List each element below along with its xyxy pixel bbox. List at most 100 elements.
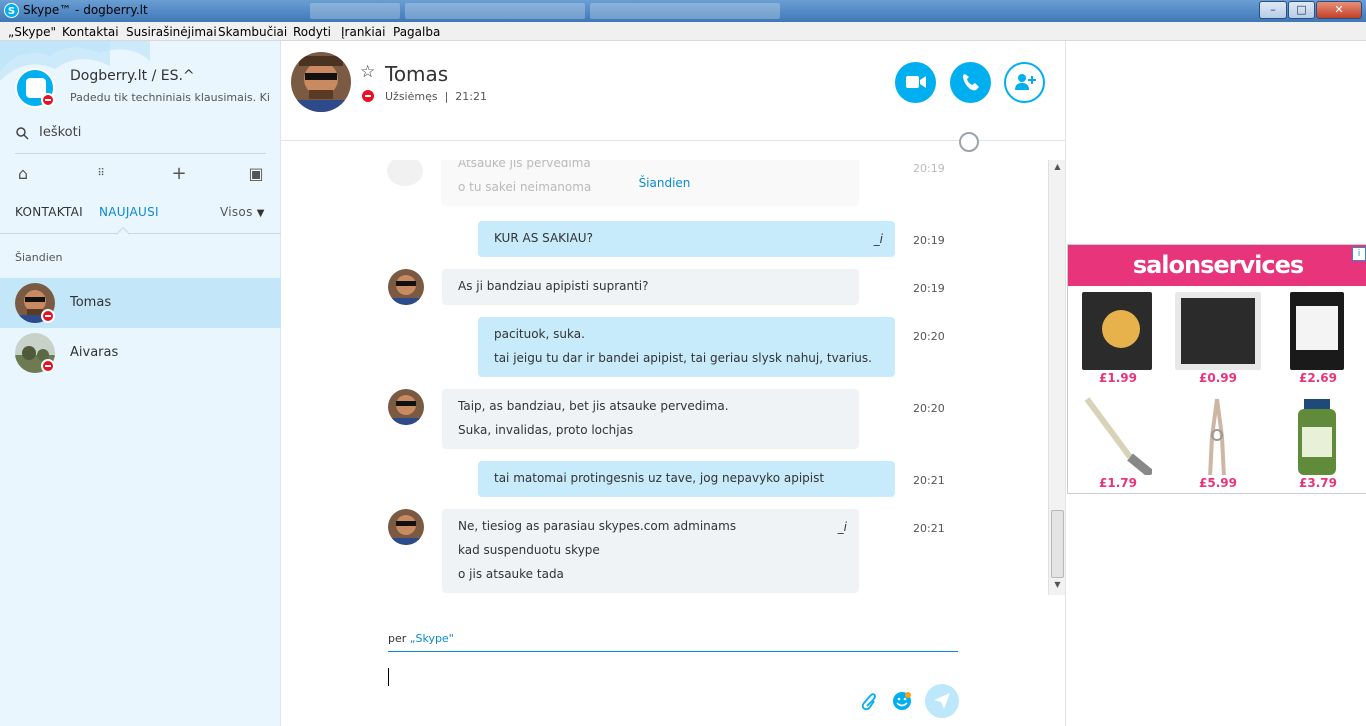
faded-message-line: Atsauke jis pervedima xyxy=(458,160,591,170)
menu-item-help[interactable]: Pagalba xyxy=(393,25,440,39)
home-icon[interactable]: ⌂ xyxy=(13,164,33,184)
audio-call-button[interactable] xyxy=(950,62,991,103)
ad-product[interactable]: £1.99 xyxy=(1068,288,1168,388)
close-button[interactable]: ✕ xyxy=(1316,1,1362,19)
menu-item-contacts[interactable]: Kontaktai xyxy=(62,25,119,39)
incoming-message[interactable]: As ji bandziau apipisti supranti? xyxy=(442,269,859,305)
message-history[interactable]: Atsauke jis pervedima o tu sakei neimano… xyxy=(281,160,1065,600)
chat-pane: ☆ Tomas Užsiėmęs | 21:21 Atsauke jis per… xyxy=(281,41,1065,726)
message-avatar xyxy=(388,389,424,425)
message-text: Taip, as bandziau, bet jis atsauke perve… xyxy=(458,399,729,413)
ad-product[interactable]: £1.79 xyxy=(1068,393,1168,493)
video-call-icon xyxy=(905,76,926,88)
message-avatar xyxy=(388,509,424,545)
contact-local-time: 21:21 xyxy=(455,90,487,103)
send-button[interactable] xyxy=(925,684,959,718)
dnd-status-icon xyxy=(41,359,55,373)
scroll-down-arrow-icon[interactable]: ▼ xyxy=(1049,580,1066,594)
message-text: As ji bandziau apipisti supranti? xyxy=(458,279,649,293)
advertisement[interactable]: salonservices i £1.99 £0.99 £2.69 £1.79 … xyxy=(1067,244,1366,494)
contact-header-name: Tomas xyxy=(385,62,449,86)
composer-service-link[interactable]: „Skype" xyxy=(410,632,454,645)
ad-product[interactable]: £3.79 xyxy=(1268,393,1366,493)
sidebar: Dogberry.lt / ES.^ Padedu tik techniniai… xyxy=(0,41,281,726)
product-price: £1.79 xyxy=(1099,476,1137,490)
menu-item-tools[interactable]: Įrankiai xyxy=(341,25,385,39)
contact-status-line: Užsiėmęs | 21:21 xyxy=(385,90,487,103)
message-input[interactable] xyxy=(388,668,389,686)
globe-icon[interactable] xyxy=(959,132,979,152)
nav-icons: ⌂ ⠿ + ▣ xyxy=(0,164,281,184)
edited-icon: _i xyxy=(837,520,847,534)
contact-status-text: Užsiėmęs xyxy=(385,90,438,103)
window-titlebar: S Skype™ - dogberry.lt – □ ✕ xyxy=(0,0,1366,22)
product-image xyxy=(1175,292,1261,370)
profile-mood[interactable]: Padedu tik techniniais klausimais. Ki... xyxy=(70,91,270,104)
attach-file-icon[interactable] xyxy=(856,689,880,713)
message-time: 20:21 xyxy=(913,474,945,487)
favorite-star-icon[interactable]: ☆ xyxy=(360,62,375,82)
audio-call-icon xyxy=(962,74,979,91)
message-text: tai jeigu tu dar ir bandei apipist, tai … xyxy=(494,351,872,365)
message-time: 20:20 xyxy=(913,330,945,343)
message-time: 20:21 xyxy=(913,522,945,535)
product-price: £5.99 xyxy=(1199,476,1237,490)
outgoing-message[interactable]: tai matomai protingesnis uz tave, jog ne… xyxy=(478,461,895,497)
contact-header-avatar[interactable] xyxy=(291,52,351,112)
product-price: £1.99 xyxy=(1099,371,1137,385)
menu-item-view[interactable]: Rodyti xyxy=(293,25,331,39)
product-price: £2.69 xyxy=(1299,371,1337,385)
composer-via-prefix: per xyxy=(388,632,407,645)
outgoing-message[interactable]: pacituok, suka. tai jeigu tu dar ir band… xyxy=(478,317,895,377)
minimize-button[interactable]: – xyxy=(1259,1,1287,19)
add-icon[interactable]: + xyxy=(169,164,189,184)
ad-product[interactable]: £5.99 xyxy=(1168,393,1268,493)
message-text: o jis atsauke tada xyxy=(458,567,564,581)
section-label-today: Šiandien xyxy=(15,251,63,264)
outgoing-message[interactable]: KUR AS SAKIAU? _i xyxy=(478,221,895,257)
ad-banner: salonservices i xyxy=(1068,245,1366,286)
product-price: £0.99 xyxy=(1199,371,1237,385)
scroll-up-arrow-icon[interactable]: ▲ xyxy=(1049,162,1066,176)
filter-dropdown[interactable]: Visos ▼ xyxy=(220,205,265,219)
chat-header: ☆ Tomas Užsiėmęs | 21:21 xyxy=(281,41,1065,141)
profile-name[interactable]: Dogberry.lt / ES.^ xyxy=(70,68,195,84)
maximize-button[interactable]: □ xyxy=(1288,1,1315,19)
dialpad-icon[interactable]: ⠿ xyxy=(91,164,111,184)
message-scrollbar[interactable]: ▲ ▼ xyxy=(1048,160,1065,595)
chevron-down-icon: ▼ xyxy=(256,208,265,219)
contact-item-tomas[interactable]: Tomas xyxy=(0,278,281,328)
add-person-icon xyxy=(1014,74,1036,90)
ad-choices-icon[interactable]: i xyxy=(1352,247,1366,261)
ad-column: salonservices i £1.99 £0.99 £2.69 £1.79 … xyxy=(1065,41,1366,726)
message-text: Suka, invalidas, proto lochjas xyxy=(458,423,634,437)
menu-item-calls[interactable]: Skambučiai xyxy=(218,25,287,39)
emoticon-icon[interactable] xyxy=(890,689,914,713)
message-time: 20:19 xyxy=(913,234,945,247)
add-person-button[interactable] xyxy=(1004,62,1045,103)
background-taskbar-tab xyxy=(590,3,780,19)
ad-product[interactable]: £0.99 xyxy=(1168,288,1268,388)
scroll-thumb[interactable] xyxy=(1051,510,1064,578)
message-text: pacituok, suka. xyxy=(494,327,585,341)
menu-item-conversations[interactable]: Susirašinėjimai xyxy=(126,25,217,39)
dnd-status-icon xyxy=(41,93,55,107)
ad-product[interactable]: £2.69 xyxy=(1268,288,1366,388)
tab-recent[interactable]: NAUJAUSI xyxy=(99,205,159,219)
bot-icon[interactable]: ▣ xyxy=(246,164,266,184)
dnd-status-icon xyxy=(41,309,55,323)
search-box[interactable]: Ieškoti xyxy=(0,119,281,154)
contact-name: Tomas xyxy=(70,295,112,310)
menu-bar: „Skype" Kontaktai Susirašinėjimai Skambu… xyxy=(0,22,1366,41)
contact-item-aivaras[interactable]: Aivaras xyxy=(0,328,281,378)
video-call-button[interactable] xyxy=(895,62,936,103)
message-text: Ne, tiesiog as parasiau skypes.com admin… xyxy=(458,519,737,533)
incoming-message[interactable]: Taip, as bandziau, bet jis atsauke perve… xyxy=(442,389,859,449)
message-time: 20:19 xyxy=(913,282,945,295)
menu-item-skype[interactable]: „Skype" xyxy=(8,25,56,39)
search-label: Ieškoti xyxy=(39,125,82,140)
incoming-message[interactable]: Ne, tiesiog as parasiau skypes.com admin… xyxy=(442,509,859,593)
day-separator: Šiandien xyxy=(638,176,691,190)
product-image xyxy=(1082,292,1152,370)
tab-contacts[interactable]: KONTAKTAI xyxy=(15,205,83,219)
